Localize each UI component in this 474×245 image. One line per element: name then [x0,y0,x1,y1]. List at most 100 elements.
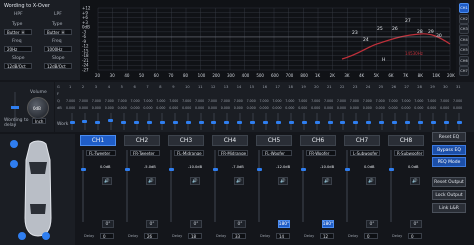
channel-speaker-select[interactable]: FL-Tweeter [86,150,116,156]
channel-delay-input[interactable]: 0 [100,233,114,239]
band-slider-thumb[interactable] [443,120,449,124]
band-db-value[interactable]: 0.000 [337,106,346,110]
band-db-value[interactable]: 0.000 [169,106,178,110]
band-db-value[interactable]: 0.000 [66,106,75,110]
channel-gain-thumb[interactable] [212,168,218,171]
graph-ch4-button[interactable]: CH4 [459,34,469,45]
channel-tab-6[interactable]: CH6 [300,135,336,146]
band-q-value[interactable]: 7.000 [272,99,281,103]
band-db-value[interactable]: 0.000 [105,106,114,110]
band-slider-thumb[interactable] [250,120,256,124]
band-db-value[interactable]: 0.000 [156,106,165,110]
delay-unit-select[interactable]: Inch [32,118,46,124]
band-slider-thumb[interactable] [275,120,281,124]
band-db-value[interactable]: 0.000 [195,106,204,110]
band-slider-thumb[interactable] [108,119,114,122]
band-q-value[interactable]: 7.000 [298,99,307,103]
band-db-value[interactable]: 0.000 [79,106,88,110]
volume-slider-thumb[interactable] [11,106,19,109]
band-slider-thumb[interactable] [134,120,139,124]
band-q-value[interactable]: 7.000 [401,99,410,103]
band-slider-thumb[interactable] [198,120,204,124]
band-q-value[interactable]: 7.000 [79,99,88,103]
channel-speaker-select[interactable]: L-Subwoofer [350,150,380,156]
band-q-value[interactable]: 7.000 [208,99,217,103]
channel-delay-input[interactable]: 0 [408,233,422,239]
band-db-value[interactable]: 0.000 [376,106,385,110]
channel-speaker-select[interactable]: FL-Woofer [262,150,292,156]
band-slider-thumb[interactable] [159,120,165,124]
channel-gain-thumb[interactable] [388,168,394,171]
channel-phase-button[interactable]: 0° [234,220,246,228]
band-db-value[interactable]: 0.000 [118,106,127,110]
band-q-value[interactable]: 7.000 [182,99,191,103]
band-q-value[interactable]: 7.000 [131,99,140,103]
speaker-mute-icon[interactable]: 🔊 [102,177,112,185]
band-db-value[interactable]: 0.000 [427,106,436,110]
channel-tab-5[interactable]: CH5 [256,135,292,146]
speaker-mute-icon[interactable]: 🔊 [146,177,156,185]
band-q-value[interactable]: 7.000 [350,99,359,103]
channel-speaker-select[interactable]: R-Subwoofer [394,150,424,156]
band-q-value[interactable]: 7.000 [337,99,346,103]
channel-gain-slider[interactable] [258,150,260,222]
channel-gain-slider[interactable] [346,150,348,222]
channel-tab-8[interactable]: CH8 [388,135,424,146]
band-slider-thumb[interactable] [237,120,243,124]
graph-ch3-button[interactable]: CH3 [459,24,469,34]
speaker-icon-sub-left[interactable] [18,232,26,240]
band-db-value[interactable]: 0.000 [92,106,101,110]
speaker-icon-front-left[interactable] [10,140,18,148]
band-db-value[interactable]: 0.000 [272,106,281,110]
band-slider-thumb[interactable] [69,120,75,124]
channel-tab-4[interactable]: CH4 [212,135,248,146]
channel-phase-button[interactable]: 0° [102,220,114,228]
channel-tab-2[interactable]: CH2 [124,135,160,146]
band-slider-thumb[interactable] [379,120,385,124]
channel-gain-slider[interactable] [214,150,216,222]
band-slider-thumb[interactable] [121,120,127,124]
channel-phase-button[interactable]: 0° [366,220,378,228]
hpf-type-select[interactable]: Butter_H [4,29,32,35]
graph-ch7-button[interactable]: CH7 [459,66,469,76]
band-db-value[interactable]: 0.000 [389,106,398,110]
speaker-icon-rear-left[interactable] [10,160,18,168]
band-slider-thumb[interactable] [288,120,294,124]
lock-output-button[interactable]: Lock Output [432,190,466,200]
reset-eq-button[interactable]: Reset EQ [432,132,466,142]
channel-gain-slider[interactable] [302,150,304,222]
band-slider-thumb[interactable] [366,120,372,124]
channel-delay-input[interactable]: 14 [276,233,290,239]
band-slider-thumb[interactable] [327,120,333,124]
band-db-value[interactable]: 0.000 [401,106,410,110]
channel-delay-input[interactable]: 12 [320,233,334,239]
band-q-value[interactable]: 7.000 [363,99,372,103]
band-db-value[interactable]: 0.000 [131,106,140,110]
band-slider-thumb[interactable] [456,120,462,124]
band-db-value[interactable]: 0.000 [221,106,230,110]
band-slider-thumb[interactable] [263,120,268,124]
band-q-value[interactable]: 7.000 [105,99,114,103]
band-q-value[interactable]: 7.000 [389,99,398,103]
channel-gain-slider[interactable] [82,150,84,222]
channel-phase-button[interactable]: 180° [278,220,290,228]
graph-ch2-button[interactable]: CH2 [459,13,469,24]
eq-graph[interactable]: +12+9+6+30dB-3-6-9-12-15-18-21-24-27 20 3… [80,0,456,80]
channel-phase-button[interactable]: 0° [146,220,158,228]
graph-ch5-button[interactable]: CH5 [459,45,469,55]
band-slider-thumb[interactable] [392,120,397,124]
speaker-mute-icon[interactable]: 🔊 [234,177,244,185]
channel-delay-input[interactable]: 18 [188,233,202,239]
band-slider-thumb[interactable] [211,120,217,124]
band-q-value[interactable]: 7.000 [195,99,204,103]
band-slider-thumb[interactable] [353,120,359,124]
hpf-freq-input[interactable]: 20Hz [4,46,32,52]
bypass-eq-button[interactable]: Bypass EQ [432,145,466,155]
band-q-value[interactable]: 7.000 [221,99,230,103]
band-q-value[interactable]: 7.000 [169,99,178,103]
channel-phase-button[interactable]: 0° [190,220,202,228]
channel-gain-thumb[interactable] [344,168,350,171]
band-q-value[interactable]: 7.000 [118,99,127,103]
channel-tab-1[interactable]: CH1 [80,135,116,146]
channel-gain-slider[interactable] [170,150,172,222]
